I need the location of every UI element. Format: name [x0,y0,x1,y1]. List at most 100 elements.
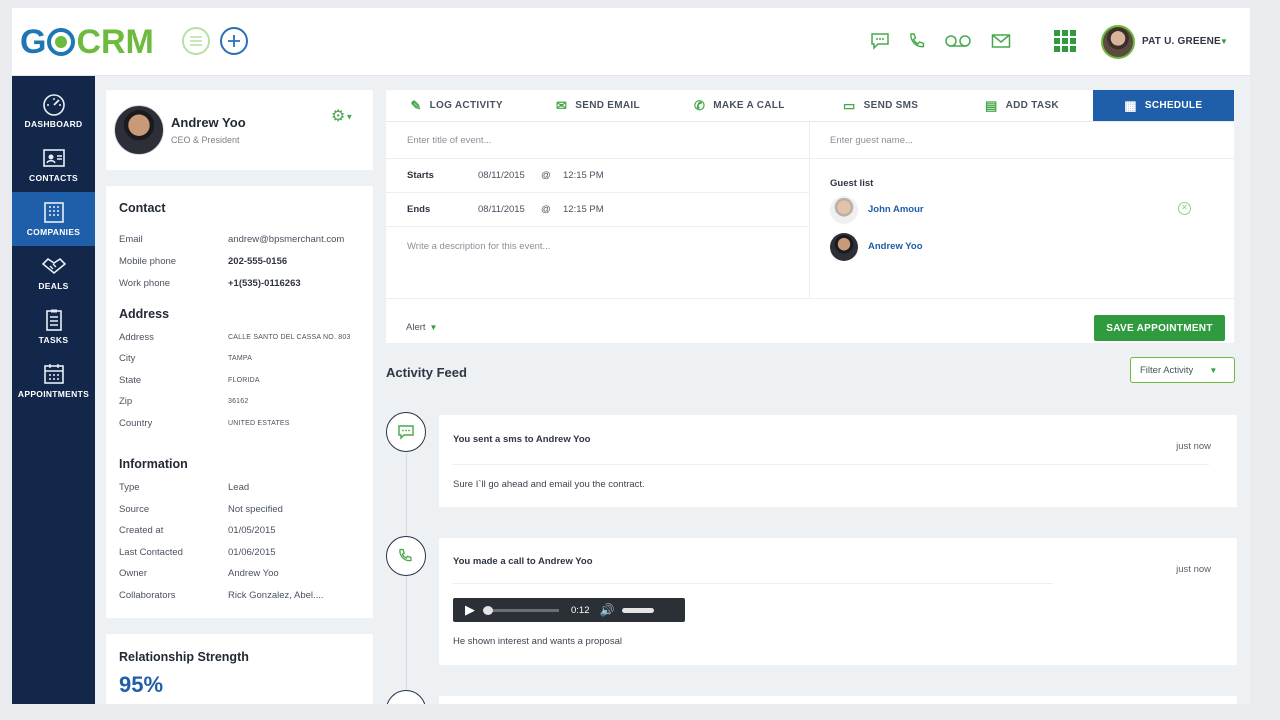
contact-card-icon [42,149,65,167]
tab-send-email[interactable]: ✉ SEND EMAIL [527,90,669,122]
gocrm-logo[interactable]: G CRM [20,22,154,62]
sidebar: DASHBOARD CONTACTS COMPANIES DEALS TASKS… [12,76,95,704]
field-label: State [119,375,142,386]
chevron-down-icon[interactable]: ▼ [1220,37,1228,46]
app-window: G CRM PAT U. GREENE ▼ DASHBOARD CONTACTS… [12,8,1250,704]
event-description-input[interactable]: Write a description for this event... [407,241,550,252]
sidebar-item-dashboard[interactable]: DASHBOARD [12,84,95,138]
tab-log-activity[interactable]: ✎ LOG ACTIVITY [386,90,528,122]
sidebar-item-label: APPOINTMENTS [17,389,90,399]
save-appointment-button[interactable]: SAVE APPOINTMENT [1094,315,1225,341]
end-time-input[interactable]: 12:15 PM [563,204,604,215]
feed-item-call: You made a call to Andrew Yoo just now ▶… [439,538,1237,665]
last-contacted-value: 01/06/2015 [228,547,276,558]
section-title-information: Information [119,457,188,471]
field-label: Collaborators [119,590,176,601]
sidebar-item-label: DEALS [38,281,69,291]
calendar-icon [43,364,64,384]
call-activity-icon [386,536,426,576]
alert-dropdown[interactable]: Alert ▼ [406,322,437,333]
sidebar-item-companies[interactable]: COMPANIES [12,192,95,246]
email-value[interactable]: andrew@bpsmerchant.com [228,234,344,245]
clipboard-icon: ▤ [985,97,998,113]
apps-grid-icon[interactable] [1054,30,1076,52]
phone-icon[interactable] [907,32,929,52]
at-symbol: @ [541,170,551,181]
sidebar-item-contacts[interactable]: CONTACTS [12,138,95,192]
sidebar-item-deals[interactable]: DEALS [12,246,95,300]
relationship-strength-title: Relationship Strength [119,650,249,664]
at-symbol: @ [541,204,551,215]
sidebar-item-tasks[interactable]: TASKS [12,300,95,354]
collaborators-value[interactable]: Rick Gonzalez, Abel.... [228,590,324,601]
field-label: Last Contacted [119,547,183,558]
start-time-input[interactable]: 12:15 PM [563,170,604,181]
end-date-input[interactable]: 08/11/2015 [478,204,525,215]
work-phone-value[interactable]: +1(535)-0116263 [228,278,301,289]
guest-name-input[interactable]: Enter guest name... [830,135,913,146]
settings-menu-button[interactable]: ⚙▼ [331,106,365,125]
filter-activity-label: Filter Activity [1140,364,1194,376]
ends-label: Ends [407,204,431,215]
volume-slider[interactable] [622,607,655,613]
guest-name[interactable]: John Amour [868,204,924,215]
clipboard-icon [45,309,62,331]
sidebar-item-label: COMPANIES [26,227,81,237]
divider [386,298,1234,299]
divider [810,158,1234,159]
field-label: Type [119,482,140,493]
field-label: Mobile phone [119,256,177,267]
divider [453,583,1053,584]
phone-icon: ✆ [693,97,706,113]
contact-avatar [114,105,164,155]
relationship-strength-value: 95% [119,672,164,697]
playback-progress-slider[interactable] [483,605,559,615]
tab-schedule[interactable]: ▦ SCHEDULE [1092,90,1234,122]
add-button[interactable] [220,27,248,55]
divider [386,192,810,193]
volume-icon[interactable]: 🔊 [600,603,615,617]
feed-item-message: Sure I`ll go ahead and email you the con… [453,479,645,490]
created-at-value: 01/05/2015 [228,525,276,536]
voicemail-icon[interactable] [944,32,972,52]
country-value: UNITED ESTATES [228,420,290,427]
tab-make-a-call[interactable]: ✆ MAKE A CALL [668,90,810,122]
tab-add-task[interactable]: ▤ ADD TASK [951,90,1093,122]
playback-time: 0:12 [571,604,590,616]
owner-value[interactable]: Andrew Yoo [228,568,279,579]
mobile-phone-value[interactable]: 202-555-0156 [228,256,287,267]
sidebar-item-appointments[interactable]: APPOINTMENTS [12,354,95,408]
mail-icon[interactable] [991,32,1013,52]
filter-activity-dropdown[interactable]: Filter Activity ▼ [1130,357,1235,383]
user-avatar[interactable] [1101,25,1135,59]
guest-avatar [830,233,858,261]
tab-send-sms[interactable]: ▭ SEND SMS [809,90,952,122]
feed-item-heading: You made a call to Andrew Yoo [453,556,593,567]
tab-label: SEND EMAIL [575,100,640,111]
menu-toggle-button[interactable] [182,27,210,55]
feed-item-note: He shown interest and wants a proposal [453,636,622,647]
event-title-input[interactable]: Enter title of event... [407,135,492,146]
call-recording-player: ▶ 0:12 🔊 [453,598,685,622]
action-panel: ✎ LOG ACTIVITY ✉ SEND EMAIL ✆ MAKE A CAL… [386,90,1234,343]
chevron-down-icon: ▼ [1209,365,1218,375]
user-name[interactable]: PAT U. GREENE [1142,36,1221,47]
tab-label: LOG ACTIVITY [429,100,503,111]
section-title-address: Address [119,307,170,321]
field-label: Source [119,504,150,515]
relationship-strength-card: Relationship Strength 95% [106,634,373,704]
sidebar-item-label: DASHBOARD [24,119,83,129]
start-date-input[interactable]: 08/11/2015 [478,170,525,181]
feed-item-sms: You sent a sms to Andrew Yoo just now Su… [439,415,1237,507]
field-label: Owner [119,568,147,579]
play-icon[interactable]: ▶ [465,602,475,618]
chat-icon[interactable] [870,32,892,52]
remove-guest-icon[interactable]: ✕ [1178,202,1191,215]
chat-icon [398,425,414,440]
alert-label: Alert [406,322,426,333]
field-label: Email [119,234,143,245]
guest-list-label: Guest list [830,178,874,189]
state-value: FLORIDA [228,377,260,384]
guest-name[interactable]: Andrew Yoo [868,241,923,252]
event-form: Enter title of event... Starts 08/11/201… [386,122,810,298]
